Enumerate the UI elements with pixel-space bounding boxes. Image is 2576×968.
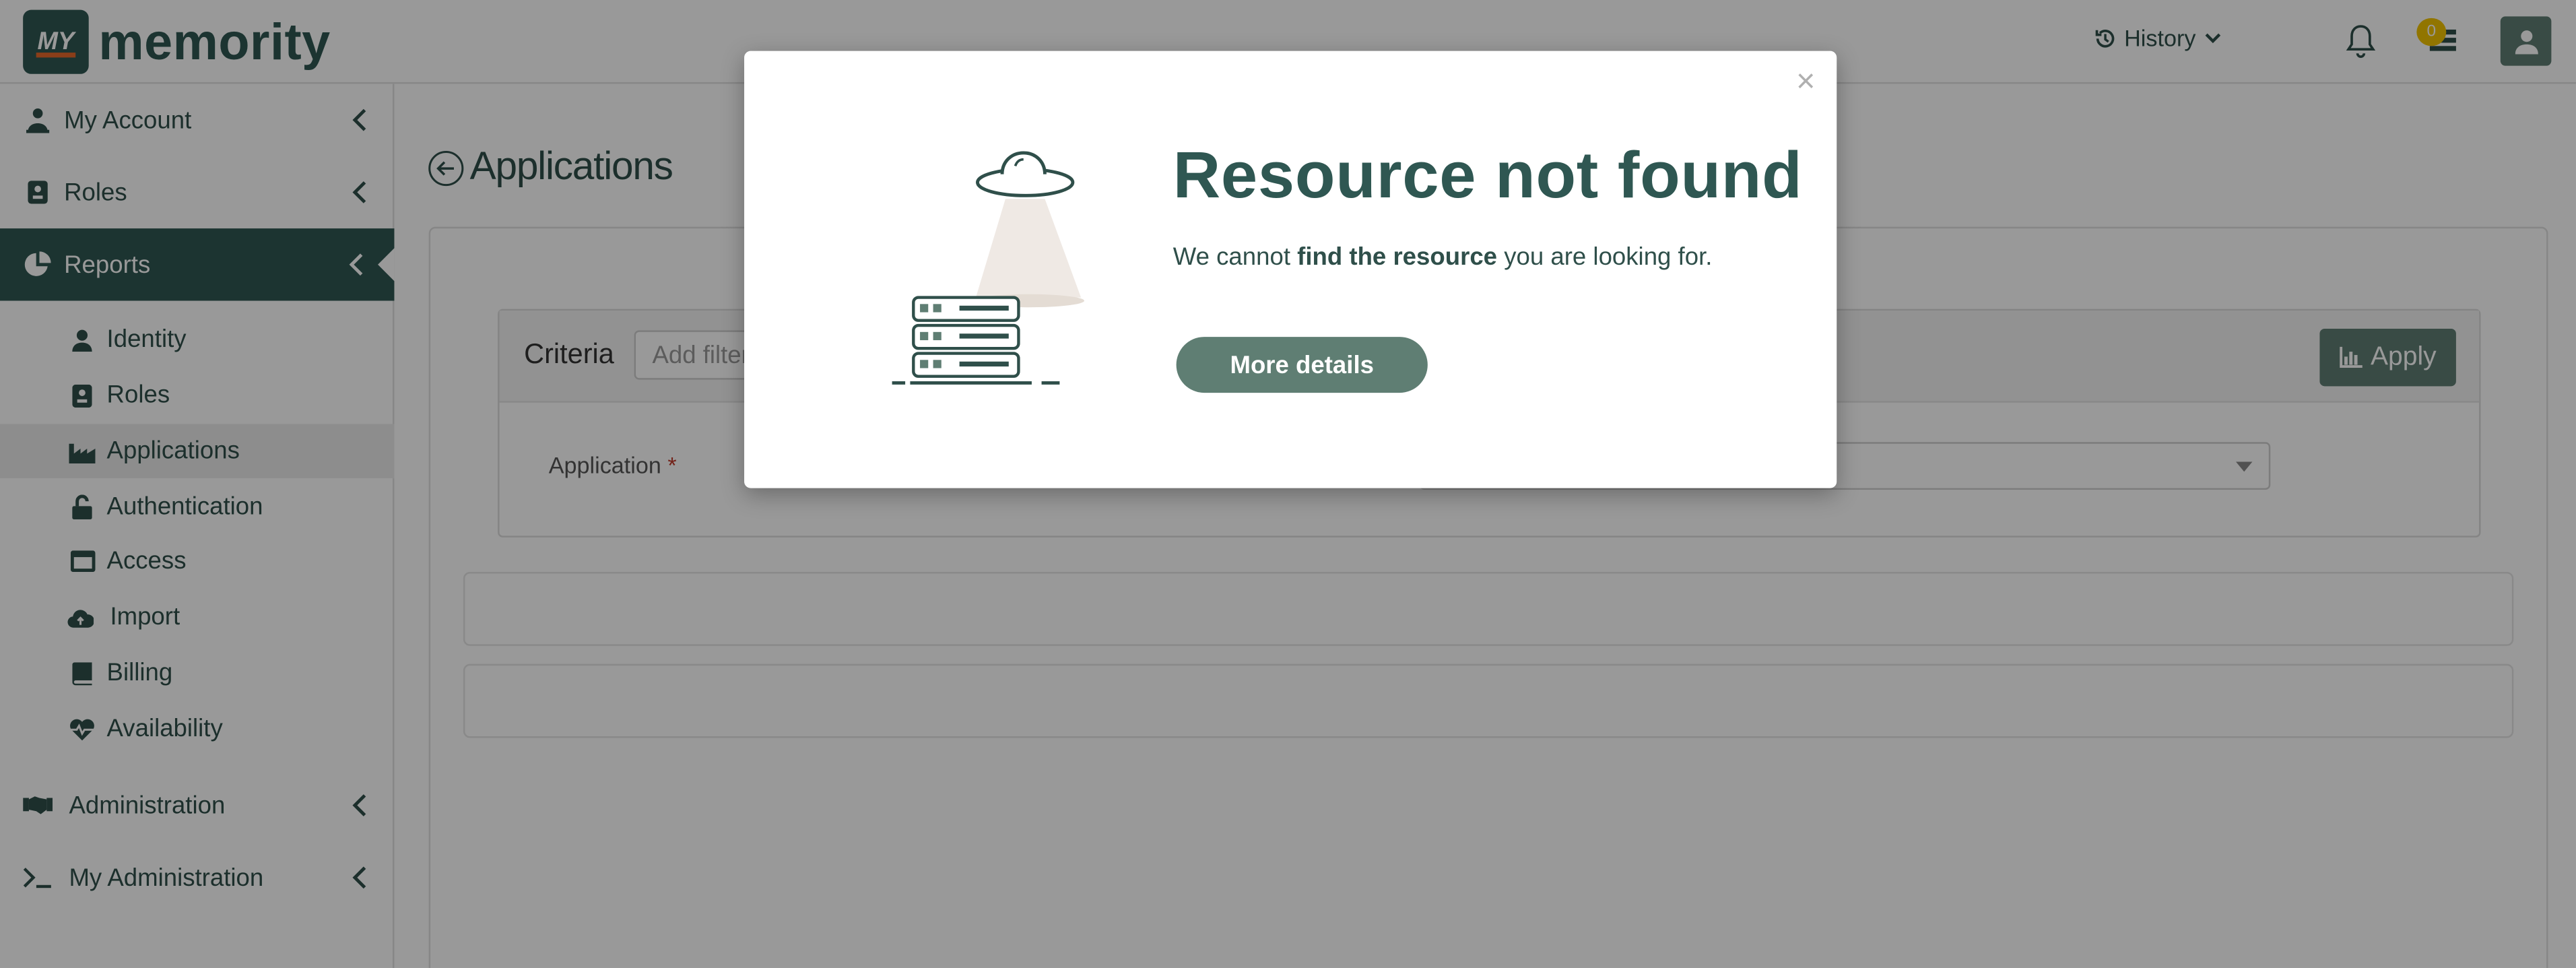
- dialog-title: Resource not found: [1173, 139, 1803, 212]
- server-spotlight-illustration: [892, 151, 1085, 385]
- resource-not-found-dialog: × Resource not found We cannot find the: [744, 51, 1837, 488]
- close-icon[interactable]: ×: [1796, 64, 1816, 102]
- message-bold: find the resource: [1297, 243, 1498, 271]
- message-prefix: We cannot: [1173, 243, 1298, 271]
- more-details-button[interactable]: More details: [1176, 337, 1428, 393]
- message-suffix: you are looking for.: [1497, 243, 1713, 271]
- dialog-message: We cannot find the resource you are look…: [1173, 243, 1713, 271]
